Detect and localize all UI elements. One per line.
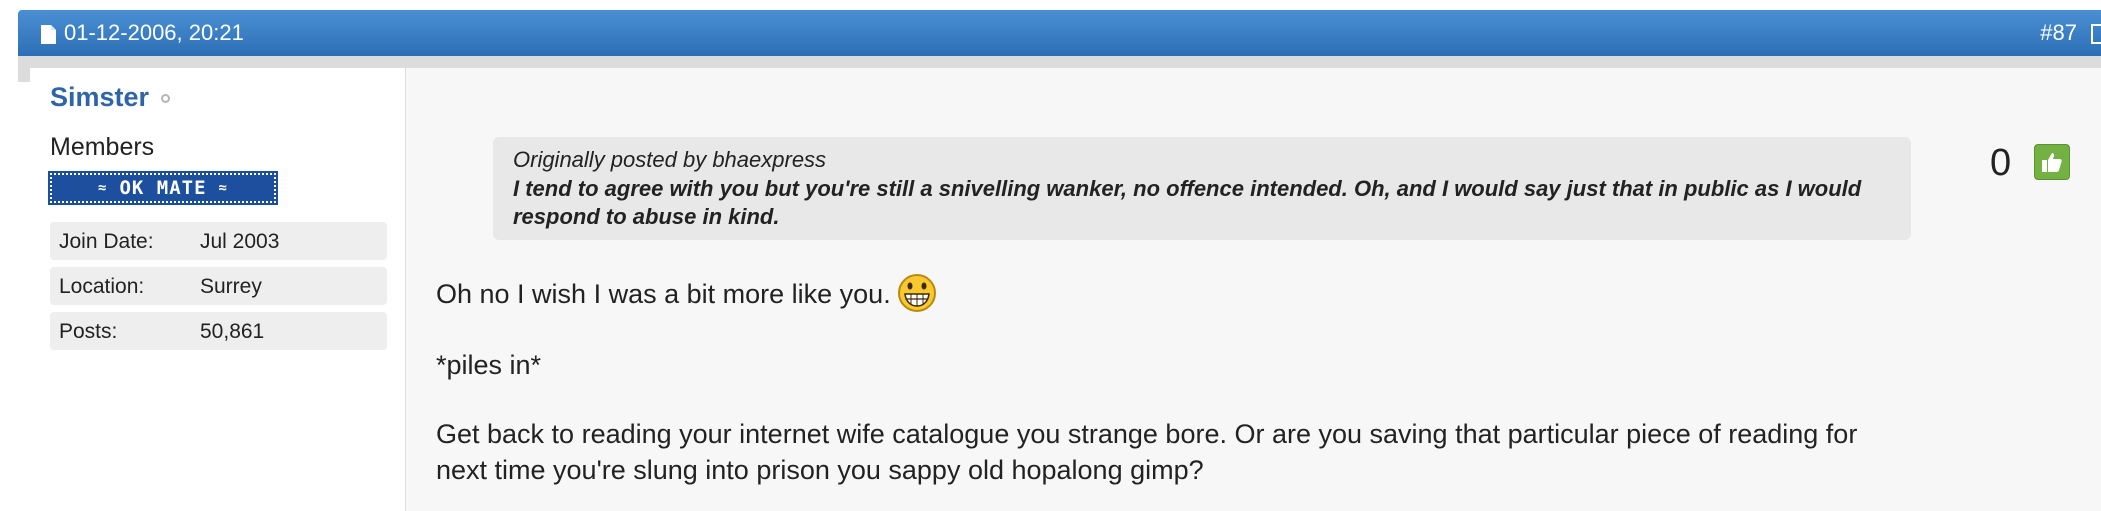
username-link[interactable]: Simster	[50, 82, 149, 113]
location-label: Location:	[59, 275, 145, 298]
quote-attribution: Originally posted by bhaexpress	[513, 147, 827, 172]
header-edge-icon	[2091, 24, 2101, 44]
location-value: Surrey	[200, 275, 262, 298]
like-button[interactable]	[2034, 144, 2070, 180]
post-date: 01-12-2006, 20:21	[64, 20, 244, 45]
thumbs-up-icon	[2042, 153, 2062, 172]
grinning-smiley-icon	[897, 274, 936, 312]
join-date-row: Join Date: Jul 2003	[50, 222, 387, 260]
posts-row: Posts: 50,861	[50, 312, 387, 350]
like-count: 0	[1990, 142, 2012, 184]
posts-value: 50,861	[200, 320, 265, 343]
join-date-value: Jul 2003	[200, 230, 280, 253]
header-divider-tab	[18, 56, 30, 82]
quote-block: Originally posted by bhaexpress I tend t…	[493, 137, 1911, 240]
quote-text: I tend to agree with you but you're stil…	[513, 176, 1862, 229]
post-content: Originally posted by bhaexpress I tend t…	[406, 68, 2101, 511]
user-info-panel: Simster Members ≈ OK MATE ≈ Join Date: J…	[30, 68, 406, 511]
rank-image: ≈ OK MATE ≈	[48, 171, 278, 205]
posts-label: Posts:	[59, 320, 118, 343]
header-divider	[18, 56, 2101, 68]
rank-wing-left-icon: ≈	[98, 180, 108, 196]
document-icon	[41, 25, 56, 44]
location-row: Location: Surrey	[50, 267, 387, 305]
message-paragraph-1: Oh no I wish I was a bit more like you.	[436, 274, 937, 316]
post-permalink[interactable]: #87	[2040, 20, 2077, 46]
message-text-1: Oh no I wish I was a bit more like you.	[436, 279, 891, 310]
message-paragraph-3: Get back to reading your internet wife c…	[436, 419, 1858, 485]
rank-wing-right-icon: ≈	[218, 180, 228, 196]
message-paragraph-2: *piles in*	[436, 350, 542, 380]
post-header: 01-12-2006, 20:21 #87	[18, 10, 2101, 56]
user-title: Members	[50, 133, 155, 161]
rank-text: OK MATE	[119, 177, 207, 199]
offline-status-icon	[161, 94, 170, 103]
join-date-label: Join Date:	[59, 230, 154, 253]
